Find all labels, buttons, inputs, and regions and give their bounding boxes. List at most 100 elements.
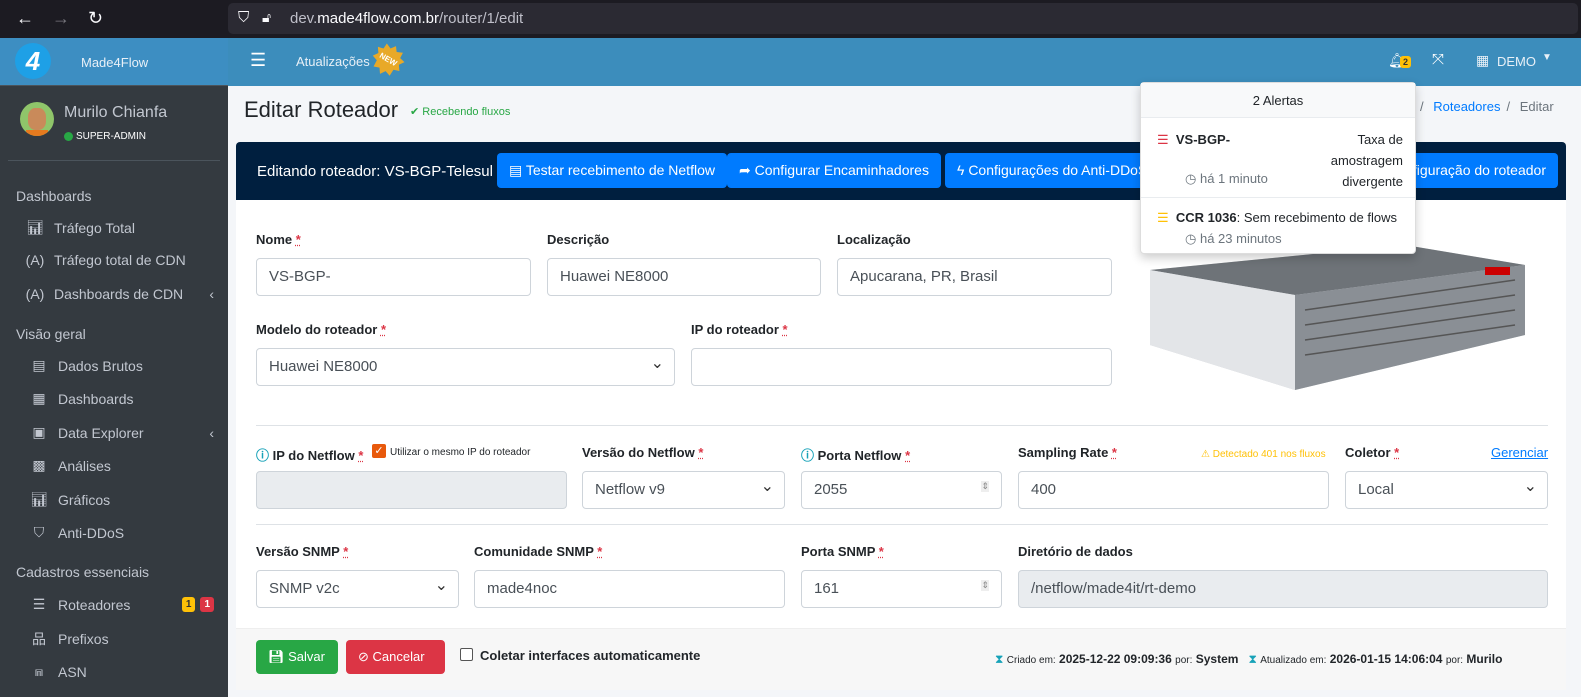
sidebar-item-asn[interactable]: ⩎ ASN [28, 663, 218, 680]
porta-netflow-label: ⓘ Porta Netflow * [801, 448, 911, 463]
chart-bar-icon: 📊︎ [26, 219, 44, 235]
server-icon: ☰ [1157, 210, 1169, 225]
sampling-label: Sampling Rate * [1018, 445, 1117, 460]
avatar [20, 102, 54, 136]
forward-icon[interactable]: → [52, 8, 70, 29]
hourglass-icon: ⧗ [995, 652, 1004, 666]
chevron-left-icon: ‹ [209, 424, 214, 441]
broadcast-icon: (A) [25, 286, 45, 302]
section-dashboards: Dashboards [16, 188, 92, 204]
sampling-warning: ⚠ Detectado 401 nos fluxos [1201, 449, 1326, 460]
sidebar-item-anti-ddos[interactable]: ⛉ Anti-DDoS [28, 524, 218, 541]
diretorio-label: Diretório de dados [1018, 544, 1133, 559]
user-name[interactable]: Murilo Chianfa [64, 104, 167, 122]
explorer-icon: ▣ [32, 424, 46, 440]
sidebar-item-label: Dashboards de CDN [54, 286, 184, 302]
hourglass-icon: ⧗ [1248, 652, 1257, 666]
ip-netflow-label: ⓘ IP do Netflow * [256, 448, 364, 463]
modelo-select[interactable]: Huawei NE8000 [256, 348, 675, 386]
same-ip-checkbox[interactable]: ✓ [372, 444, 386, 458]
reload-icon[interactable]: ↻ [88, 8, 103, 29]
porta-snmp-input[interactable]: 161 ⇕ [801, 570, 1002, 608]
gerenciar-link[interactable]: Gerenciar [1491, 445, 1548, 460]
sidebar-item-label: Tráfego Total [54, 219, 135, 236]
calendar-icon: ▦ [32, 390, 46, 406]
anti-ddos-settings-button[interactable]: ϟ Configurações do Anti-DDoS [945, 153, 1145, 188]
coletor-label: Coletor * [1345, 445, 1400, 460]
updates-link[interactable]: Atualizações [296, 54, 370, 69]
ip-netflow-input[interactable] [256, 471, 567, 509]
sidebar-item-label: ASN [58, 663, 87, 680]
nome-input[interactable]: VS-BGP- [256, 258, 531, 296]
sidebar-item-dashboards-cdn[interactable]: (A) Dashboards de CDN ‹ [24, 286, 214, 302]
server-icon: ☰ [32, 596, 46, 612]
divider [256, 524, 1548, 525]
sidebar-item-graficos[interactable]: 📊︎ Gráficos [28, 491, 218, 508]
auto-collect-checkbox[interactable] [460, 648, 473, 661]
lock-icon: 🔓︎ [262, 9, 272, 25]
spinner-icon: ⇕ [981, 481, 989, 492]
page-title: Editar Roteador [244, 97, 399, 122]
sidebar-item-data-explorer[interactable]: ▣ Data Explorer ‹ [28, 424, 214, 441]
ip-input[interactable] [691, 348, 1112, 386]
sidebar-item-roteadores[interactable]: ☰ Roteadores 1 1 [28, 596, 214, 613]
sidebar-item-label: Data Explorer [58, 424, 144, 441]
diretorio-input[interactable]: /netflow/made4it/rt-demo [1018, 570, 1548, 608]
alert-item[interactable]: ☰ CCR 1036: Sem recebimento de flows ◷ h… [1141, 207, 1415, 249]
sidebar-item-trafego-total[interactable]: 📊︎ Tráfego Total [24, 219, 214, 236]
descricao-label: Descrição [547, 232, 610, 247]
localizacao-input[interactable]: Apucarana, PR, Brasil [837, 258, 1112, 296]
alert-item[interactable]: ☰ VS-BGP- Taxa de amostragem divergente ◷… [1141, 129, 1415, 192]
section-cadastros: Cadastros essenciais [16, 564, 150, 580]
fullscreen-icon[interactable]: ⤧ [1432, 51, 1444, 68]
sidebar-item-label: Gráficos [58, 491, 111, 508]
caret-down-icon[interactable]: ▼ [1542, 52, 1552, 63]
network-icon: 品 [32, 631, 46, 647]
versao-netflow-select[interactable]: Netflow v9 [582, 471, 785, 509]
cancel-button[interactable]: ⊘ Cancelar [346, 640, 445, 674]
breadcrumb: / Roteadores / Editar [1420, 99, 1554, 114]
browser-toolbar: ← → ↻ ⛉ 🔓︎ dev.made4flow.com.br/router/1… [0, 0, 1581, 38]
breadcrumb-roteadores[interactable]: Roteadores [1433, 99, 1500, 114]
back-icon[interactable]: ← [16, 8, 34, 29]
versao-snmp-select[interactable]: SNMP v2c [256, 570, 459, 608]
sidebar-item-dashboards[interactable]: ▦ Dashboards [28, 390, 218, 407]
menu-icon[interactable]: ☰ [250, 50, 266, 71]
sidebar-item-trafego-cdn[interactable]: (A) Tráfego total de CDN [24, 252, 214, 268]
tenant-dropdown[interactable]: DEMO [1497, 54, 1536, 69]
broadcast-icon: (A) [25, 252, 45, 268]
sidebar-item-label: Prefixos [58, 631, 109, 647]
sampling-input[interactable]: 400 [1018, 471, 1329, 509]
alerts-header: 2 Alertas [1141, 83, 1415, 118]
chevron-left-icon: ‹ [209, 286, 214, 302]
brand-link[interactable]: 4 Made4Flow [0, 38, 228, 86]
configure-forwarders-button[interactable]: ➦ Configurar Encaminhadores [727, 153, 941, 188]
danger-badge: 1 [200, 597, 214, 612]
warning-badge: 1 [181, 597, 196, 612]
porta-snmp-label: Porta SNMP * [801, 544, 884, 559]
grid-icon: ▩ [32, 457, 46, 473]
coletor-select[interactable]: Local [1345, 471, 1548, 509]
address-bar[interactable]: ⛉ 🔓︎ dev.made4flow.com.br/router/1/edit [228, 3, 1578, 34]
versao-netflow-label: Versão do Netflow * [582, 445, 704, 460]
sidebar-item-label: Dashboards [58, 390, 134, 407]
section-visao-geral: Visão geral [16, 326, 86, 342]
comunidade-input[interactable]: made4noc [474, 570, 785, 608]
top-navbar: ☰ Atualizações NEW 🔔︎ 2 ⤧ ▦ DEMO ▼ [0, 38, 1581, 86]
brand-name: Made4Flow [81, 55, 149, 70]
spinner-icon: ⇕ [981, 580, 989, 591]
status-badge: ✔ Recebendo fluxos [410, 106, 511, 118]
descricao-input[interactable]: Huawei NE8000 [547, 258, 821, 296]
chart-icon: 📊︎ [30, 491, 48, 507]
card-title: Editando roteador: VS-BGP-Telesul [257, 163, 493, 180]
versao-snmp-label: Versão SNMP * [256, 544, 349, 559]
porta-netflow-input[interactable]: 2055 ⇕ [801, 471, 1002, 509]
test-netflow-button[interactable]: ▤ Testar recebimento de Netflow [497, 153, 727, 188]
sidebar-item-analises[interactable]: ▩ Análises [28, 457, 218, 474]
modelo-label: Modelo do roteador * [256, 322, 387, 337]
comunidade-label: Comunidade SNMP * [474, 544, 603, 559]
save-button[interactable]: 💾︎ Salvar [256, 640, 338, 674]
sidebar-item-dados-brutos[interactable]: ▤ Dados Brutos [28, 357, 218, 374]
sidebar-item-prefixos[interactable]: 品 Prefixos [28, 629, 218, 649]
shield-icon: ⛉ [33, 524, 45, 540]
